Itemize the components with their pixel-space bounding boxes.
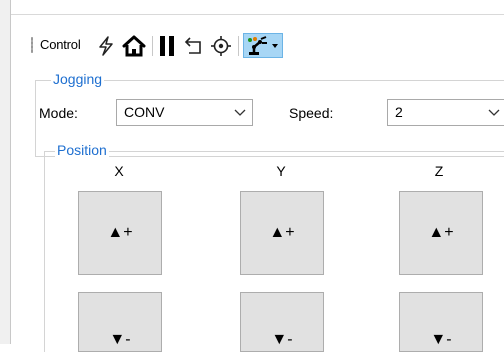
plus-label: + bbox=[285, 224, 295, 241]
mode-select[interactable]: CONV bbox=[116, 99, 253, 126]
jog-x-plus-button[interactable]: ▲ + bbox=[78, 191, 162, 275]
toolbar-separator bbox=[152, 36, 153, 56]
minus-label: - bbox=[125, 331, 131, 348]
jogging-title: Jogging bbox=[51, 71, 105, 87]
robot-mode-dropdown[interactable] bbox=[243, 33, 283, 58]
axis-label-x: X bbox=[114, 163, 124, 179]
minus-label: - bbox=[446, 331, 452, 348]
up-triangle-icon: ▲ bbox=[107, 224, 124, 241]
chevron-down-icon bbox=[234, 109, 246, 116]
control-panel: Control Jogging Mode: CONV Speed: 2 Posi… bbox=[11, 15, 504, 352]
target-icon bbox=[211, 35, 231, 56]
minus-label: - bbox=[287, 331, 293, 348]
toolbar-label: Control bbox=[40, 37, 81, 52]
mode-value: CONV bbox=[124, 104, 165, 120]
mode-label: Mode: bbox=[39, 105, 78, 121]
speed-select[interactable]: 2 bbox=[387, 99, 504, 126]
chevron-down-icon bbox=[488, 109, 500, 116]
up-triangle-icon: ▲ bbox=[269, 224, 286, 241]
jog-x-minus-button[interactable]: ▼ - bbox=[78, 292, 162, 352]
undo-button[interactable] bbox=[182, 33, 206, 58]
left-border bbox=[0, 0, 11, 344]
axis-label-z: Z bbox=[434, 163, 444, 179]
jog-y-minus-button[interactable]: ▼ - bbox=[240, 292, 324, 352]
axis-label-y: Y bbox=[276, 163, 286, 179]
plus-label: + bbox=[123, 224, 133, 241]
home-icon bbox=[122, 35, 146, 56]
down-triangle-icon: ▼ bbox=[271, 331, 288, 348]
lightning-button[interactable] bbox=[95, 33, 117, 58]
speed-label: Speed: bbox=[289, 105, 334, 121]
top-strip bbox=[11, 0, 504, 15]
lightning-icon bbox=[99, 35, 113, 56]
down-triangle-icon: ▼ bbox=[430, 331, 447, 348]
plus-label: + bbox=[444, 224, 454, 241]
pause-button[interactable] bbox=[157, 33, 177, 58]
undo-icon bbox=[184, 36, 201, 54]
pause-icon bbox=[160, 35, 174, 56]
target-button[interactable] bbox=[209, 33, 233, 58]
up-triangle-icon: ▲ bbox=[428, 224, 445, 241]
jog-z-plus-button[interactable]: ▲ + bbox=[399, 191, 483, 275]
toolbar-grip[interactable] bbox=[31, 37, 33, 53]
position-title: Position bbox=[55, 142, 109, 158]
speed-value: 2 bbox=[395, 104, 403, 120]
chevron-down-icon bbox=[272, 43, 278, 48]
jog-y-plus-button[interactable]: ▲ + bbox=[240, 191, 324, 275]
control-toolbar: Control bbox=[11, 28, 504, 62]
down-triangle-icon: ▼ bbox=[109, 331, 126, 348]
home-button[interactable] bbox=[121, 33, 147, 58]
jog-z-minus-button[interactable]: ▼ - bbox=[399, 292, 483, 352]
robot-icon bbox=[248, 35, 267, 55]
toolbar-separator bbox=[238, 36, 239, 56]
